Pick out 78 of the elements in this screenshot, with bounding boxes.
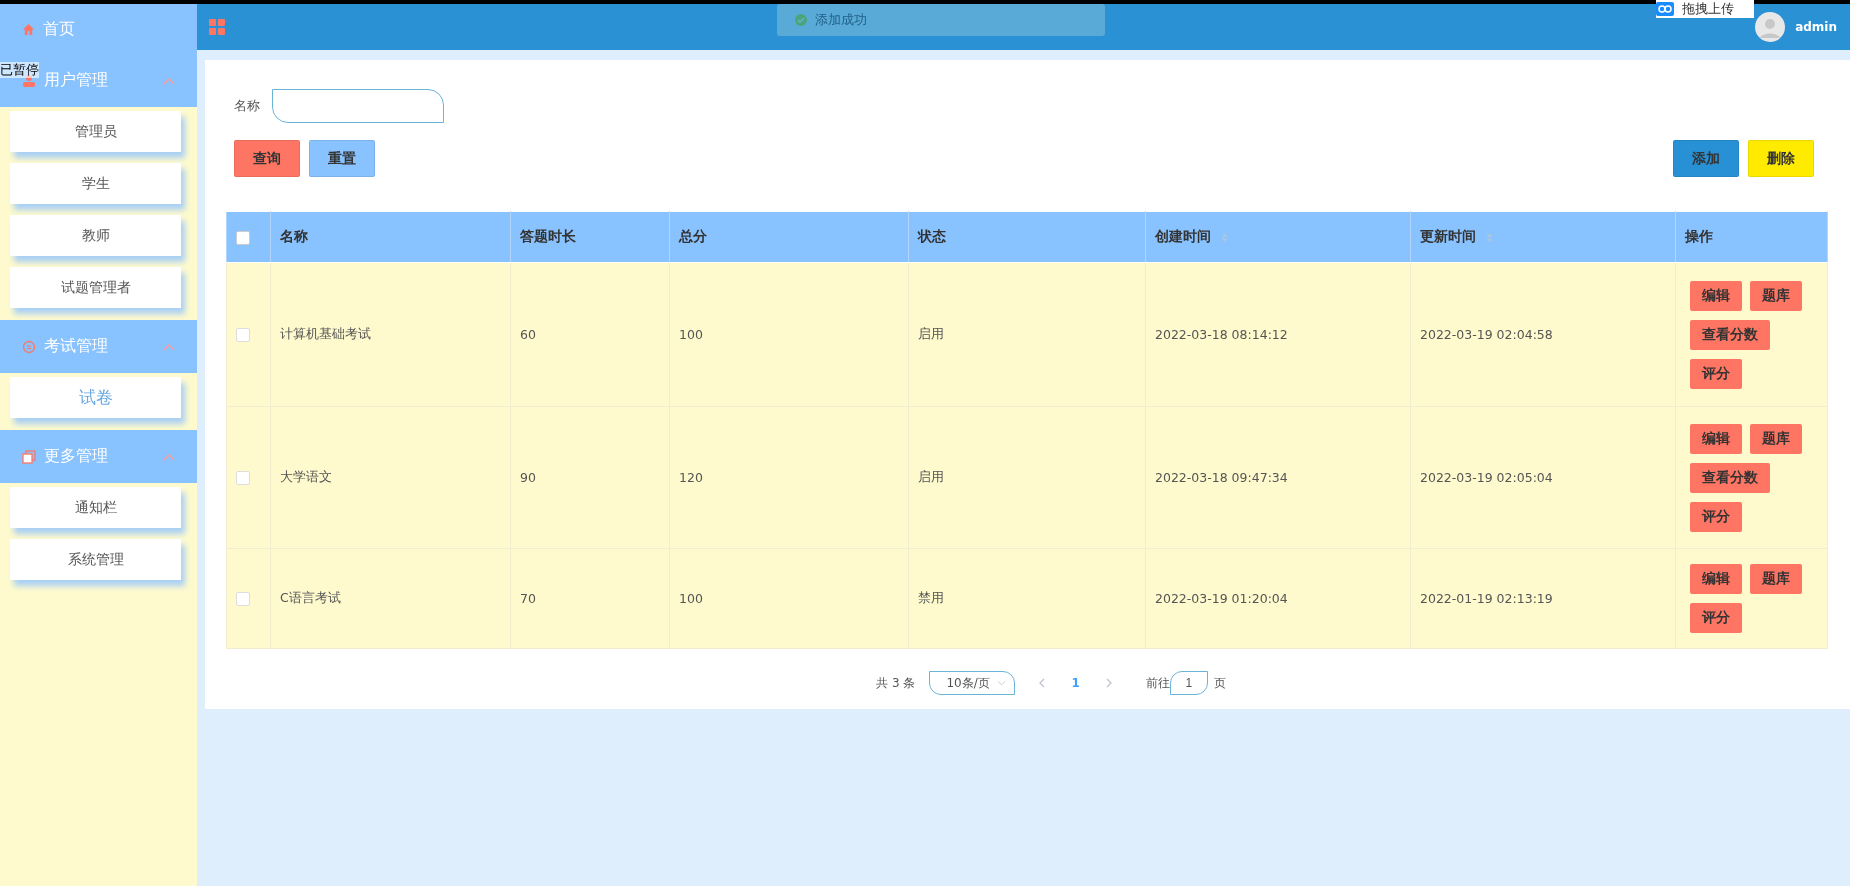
home-icon — [22, 22, 35, 36]
next-icon — [1105, 678, 1112, 688]
page-suffix: 页 — [1213, 674, 1226, 692]
menu-label: 考试管理 — [44, 336, 109, 357]
page-input[interactable]: 1 — [1169, 671, 1208, 695]
column-title: 状态 — [918, 228, 946, 244]
column-title: 总分 — [679, 228, 707, 244]
copy-icon — [22, 449, 36, 464]
table-cell: 2022-03-19 02:04:58 — [1410, 262, 1676, 407]
caret-icon — [997, 680, 1007, 686]
column-title: 更新时间 — [1420, 228, 1476, 244]
row-action-button[interactable]: 题库 — [1750, 280, 1802, 311]
menu-label: 用户管理 — [44, 70, 109, 91]
table-cell: C语言考试 — [270, 548, 511, 649]
total-count: 共 3 条 — [876, 674, 916, 692]
row-action-button[interactable]: 题库 — [1750, 564, 1802, 594]
avatar-icon — [1755, 12, 1786, 42]
table-cell: 计算机基础考试 — [270, 262, 511, 407]
row-action-button[interactable]: 查看分数 — [1690, 319, 1770, 350]
row-action-button[interactable]: 查看分数 — [1690, 462, 1770, 493]
table-cell: 2022-01-19 02:13:19 — [1410, 548, 1676, 649]
table-cell: 60 — [510, 262, 670, 407]
table-cell: 100 — [669, 262, 909, 407]
chip-text: 拖拽上传 — [1682, 0, 1734, 18]
submenu-item[interactable]: 管理员 — [10, 111, 181, 152]
submenu-item[interactable]: 试题管理者 — [10, 267, 181, 308]
row-action-button[interactable]: 评分 — [1690, 603, 1742, 633]
user-name[interactable]: admin — [1795, 20, 1837, 34]
page-size-select[interactable]: 10条/页 — [929, 671, 1016, 695]
row-action-button[interactable]: 评分 — [1690, 501, 1742, 532]
table-cell: 大学语文 — [270, 406, 511, 549]
upload-chip[interactable]: 拖拽上传 — [1656, 0, 1754, 18]
checkbox[interactable] — [236, 231, 250, 245]
goto-label: 前往 — [1145, 674, 1170, 692]
table-cell: 2022-03-19 01:20:04 — [1145, 548, 1411, 649]
table-cell: 2022-03-18 09:47:34 — [1145, 406, 1411, 549]
table-cell: 启用 — [908, 406, 1146, 549]
field-label: 名称 — [234, 97, 260, 115]
row-action-button[interactable]: 编辑 — [1690, 423, 1742, 454]
row-action-button[interactable]: 评分 — [1690, 358, 1742, 389]
action-button[interactable]: 删除 — [1748, 140, 1814, 177]
submenu-item[interactable]: 教师 — [10, 215, 181, 256]
submenu-item[interactable]: 学生 — [10, 163, 181, 204]
row-action-button[interactable]: 编辑 — [1690, 280, 1742, 311]
submenu-item[interactable]: 系统管理 — [10, 539, 181, 580]
previous-icon — [1039, 678, 1046, 688]
action-button[interactable]: 查询 — [234, 140, 300, 177]
table-cell: 禁用 — [908, 548, 1146, 649]
checkbox[interactable] — [236, 471, 250, 486]
table-cell: 2022-03-18 08:14:12 — [1145, 262, 1411, 407]
column-title: 答题时长 — [520, 228, 576, 244]
page-number[interactable]: 1 — [1059, 676, 1092, 690]
submenu-item[interactable]: 通知栏 — [10, 487, 181, 528]
checkbox[interactable] — [236, 592, 250, 607]
column-title: 名称 — [280, 228, 308, 244]
table-cell: 90 — [510, 406, 670, 549]
search-field[interactable] — [272, 89, 444, 123]
chat-icon — [22, 339, 36, 354]
column-title: 创建时间 — [1155, 228, 1211, 244]
menu-label: 更多管理 — [44, 446, 109, 467]
row-action-button[interactable]: 编辑 — [1690, 564, 1742, 594]
table-cell: 100 — [669, 548, 909, 649]
table-cell: 启用 — [908, 262, 1146, 407]
menu-icon — [209, 19, 225, 35]
action-button[interactable]: 重置 — [309, 140, 375, 177]
checkbox[interactable] — [236, 328, 250, 343]
cloud-icon — [1656, 2, 1674, 16]
column-title: 操作 — [1685, 228, 1713, 244]
submenu-item[interactable]: 试卷 — [10, 377, 181, 418]
menu-label: 首页 — [43, 18, 75, 40]
action-button[interactable]: 添加 — [1673, 140, 1739, 177]
overlay-label: 已暂停 — [0, 62, 39, 78]
check-icon — [795, 14, 807, 26]
toast-text: 添加成功 — [815, 11, 867, 29]
table-cell: 120 — [669, 406, 909, 549]
row-action-button[interactable]: 题库 — [1750, 423, 1802, 454]
table-cell: 70 — [510, 548, 670, 649]
table-cell: 2022-03-19 02:05:04 — [1410, 406, 1676, 549]
